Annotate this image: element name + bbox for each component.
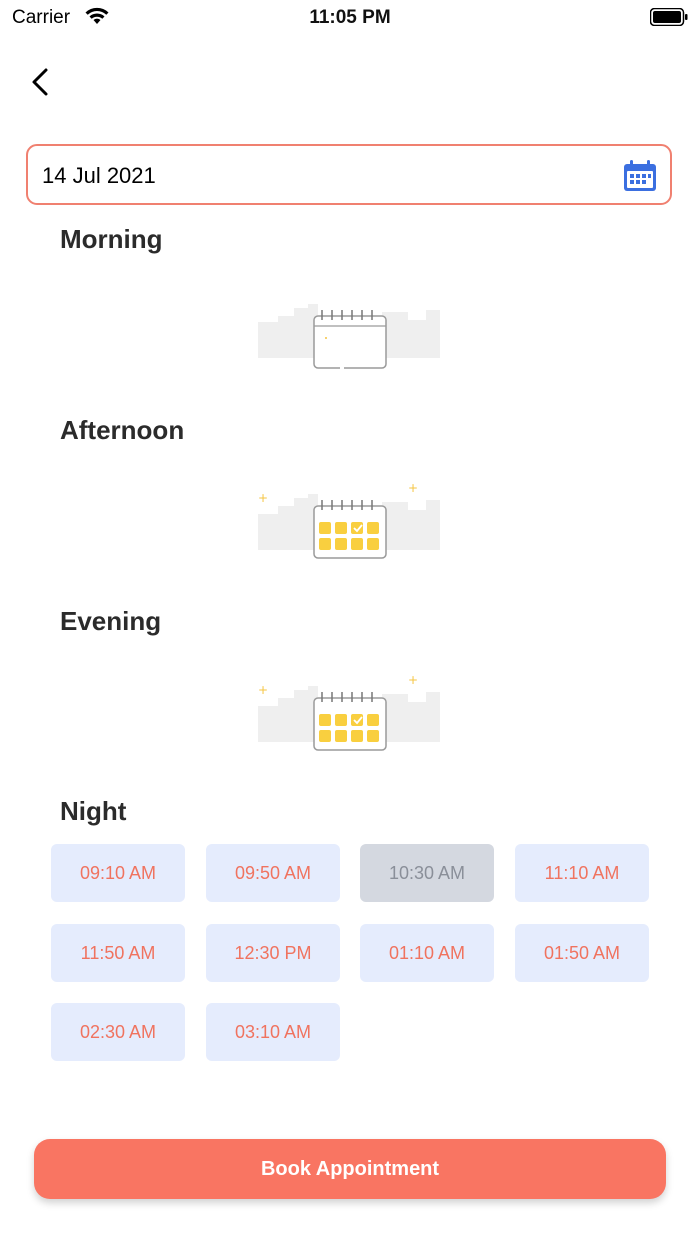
night-title: Night xyxy=(60,796,127,826)
svg-text:+: + xyxy=(408,484,418,495)
selected-date: 14 Jul 2021 xyxy=(42,163,156,188)
calendar-button[interactable] xyxy=(622,157,658,193)
time-slot-disabled: 10:30 AM xyxy=(360,844,494,902)
battery-icon xyxy=(650,8,688,26)
date-field[interactable]: 14 Jul 2021 xyxy=(26,144,672,205)
svg-text:+: + xyxy=(408,676,418,687)
status-bar: Carrier 11:05 PM xyxy=(0,0,700,40)
status-time: 11:05 PM xyxy=(309,7,391,28)
time-slot[interactable]: 09:50 AM xyxy=(206,844,340,902)
time-slot[interactable]: 11:10 AM xyxy=(515,844,649,902)
time-slot[interactable]: 03:10 AM xyxy=(206,1003,340,1061)
morning-title: Morning xyxy=(60,224,163,254)
empty-calendar-illustration: + + xyxy=(258,484,440,559)
svg-text:+: + xyxy=(258,491,268,505)
book-appointment-button[interactable]: Book Appointment xyxy=(34,1139,666,1199)
time-slot[interactable]: 01:10 AM xyxy=(360,924,494,982)
empty-calendar-illustration: + + xyxy=(258,676,440,751)
time-slot[interactable]: 01:50 AM xyxy=(515,924,649,982)
time-slot[interactable]: 09:10 AM xyxy=(51,844,185,902)
calendar-icon xyxy=(624,160,656,191)
time-slot[interactable]: 02:30 AM xyxy=(51,1003,185,1061)
back-arrow-icon xyxy=(32,68,48,96)
evening-title: Evening xyxy=(60,606,162,636)
afternoon-title: Afternoon xyxy=(60,415,185,445)
empty-calendar-illustration xyxy=(258,304,440,372)
svg-text:+: + xyxy=(258,683,268,697)
time-slot[interactable]: 12:30 PM xyxy=(206,924,340,982)
time-slot[interactable]: 11:50 AM xyxy=(51,924,185,982)
back-button[interactable] xyxy=(26,62,66,102)
